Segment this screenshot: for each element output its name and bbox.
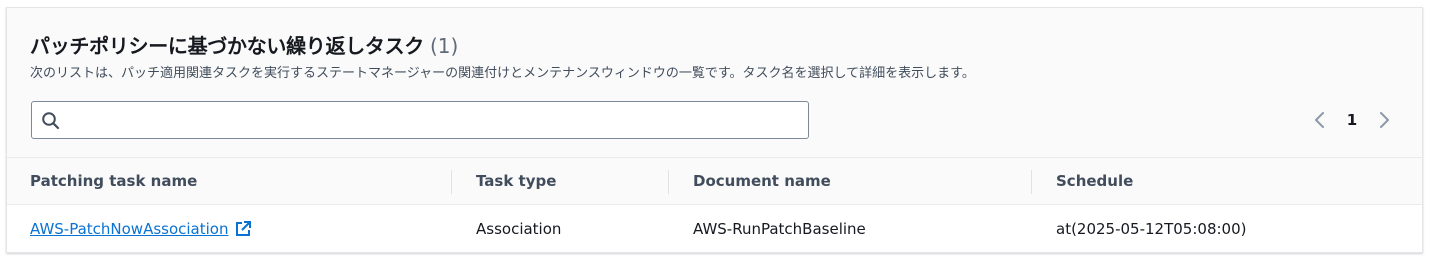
schedule-cell: at(2025-05-12T05:08:00): [1056, 220, 1247, 238]
pagination: 1: [1308, 108, 1396, 132]
task-name-link[interactable]: AWS-PatchNowAssociation: [30, 220, 252, 238]
panel-header: パッチポリシーに基づかない繰り返しタスク (1) 次のリストは、パッチ適用関連タ…: [7, 8, 1422, 158]
tasks-table: Patching task name Task type Document na…: [7, 158, 1422, 252]
previous-page-button[interactable]: [1308, 108, 1332, 132]
column-divider[interactable]: [1031, 170, 1032, 194]
chevron-right-icon: [1380, 112, 1389, 128]
column-header-schedule[interactable]: Schedule: [1056, 158, 1133, 204]
task-type-cell: Association: [476, 220, 562, 238]
column-header-task-type[interactable]: Task type: [476, 158, 556, 204]
chevron-left-icon: [1315, 112, 1324, 128]
column-divider[interactable]: [451, 170, 452, 194]
search-field[interactable]: [31, 101, 809, 139]
page-number-button[interactable]: 1: [1346, 111, 1358, 129]
search-input[interactable]: [70, 102, 800, 138]
column-header-task-name[interactable]: Patching task name: [30, 158, 197, 204]
panel-count: (1): [430, 34, 459, 58]
table-row: AWS-PatchNowAssociation Association AWS-…: [7, 205, 1422, 252]
task-name-text: AWS-PatchNowAssociation: [30, 220, 229, 238]
title-row: パッチポリシーに基づかない繰り返しタスク (1): [30, 30, 458, 59]
panel-description: 次のリストは、パッチ適用関連タスクを実行するステートマネージャーの関連付けとメン…: [30, 66, 975, 81]
recurring-tasks-panel: パッチポリシーに基づかない繰り返しタスク (1) 次のリストは、パッチ適用関連タ…: [6, 7, 1423, 253]
next-page-button[interactable]: [1372, 108, 1396, 132]
task-name-cell: AWS-PatchNowAssociation: [30, 205, 252, 252]
document-name-cell: AWS-RunPatchBaseline: [693, 220, 866, 238]
column-divider[interactable]: [668, 170, 669, 194]
search-icon: [41, 111, 61, 131]
table-header-row: Patching task name Task type Document na…: [7, 158, 1422, 205]
panel-title: パッチポリシーに基づかない繰り返しタスク: [30, 34, 424, 58]
external-link-icon: [236, 221, 252, 236]
column-header-document-name[interactable]: Document name: [693, 158, 831, 204]
